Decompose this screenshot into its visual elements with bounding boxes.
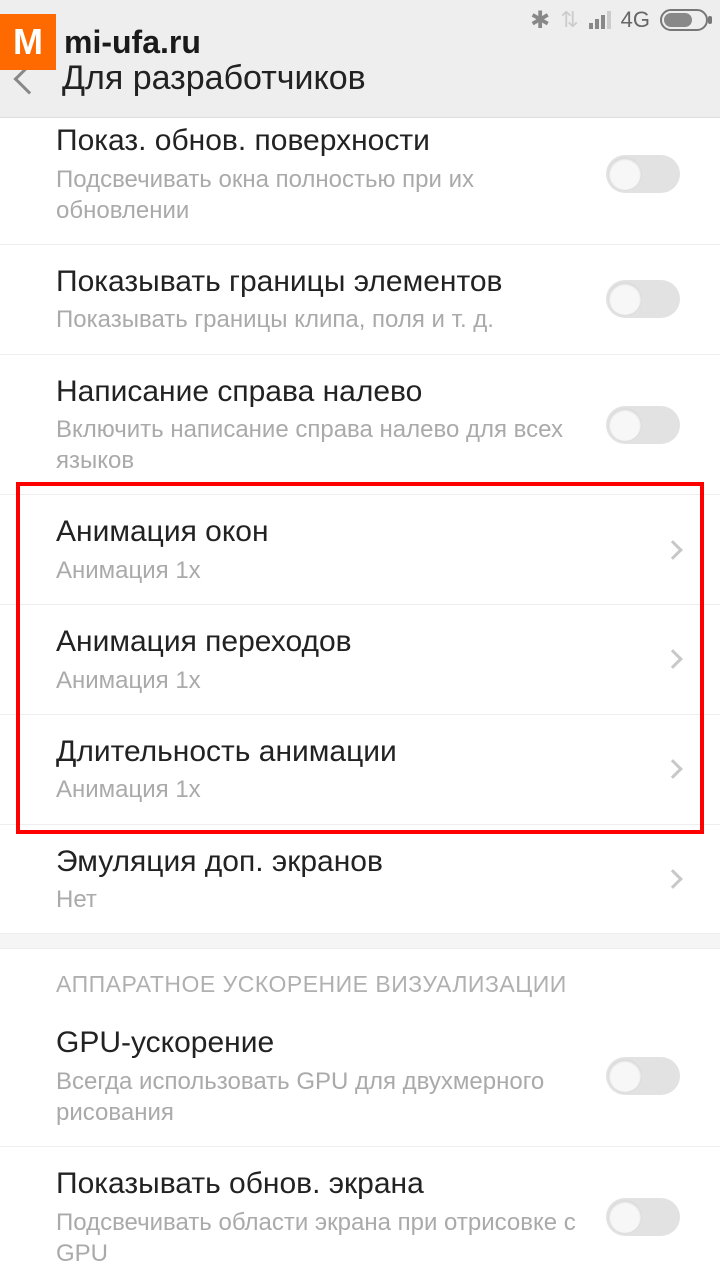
- toggle-rtl[interactable]: [606, 406, 680, 444]
- network-label: 4G: [621, 7, 650, 33]
- row-subtitle: Подсвечивать области экрана при отрисовк…: [56, 1207, 600, 1269]
- row-surface-updates[interactable]: Показ. обнов. поверхности Подсвечивать о…: [0, 118, 720, 245]
- row-title: Показывать обнов. экрана: [56, 1165, 600, 1203]
- settings-list: Показ. обнов. поверхности Подсвечивать о…: [0, 118, 720, 1280]
- chevron-right-icon: [663, 869, 683, 889]
- watermark-text: mi-ufa.ru: [64, 24, 201, 61]
- row-title: Написание справа налево: [56, 373, 600, 411]
- row-secondary-displays[interactable]: Эмуляция доп. экранов Нет: [0, 825, 720, 934]
- row-title: Длительность анимации: [56, 733, 600, 771]
- section-divider: [0, 933, 720, 949]
- row-title: Эмуляция доп. экранов: [56, 843, 600, 881]
- row-title: Анимация окон: [56, 513, 600, 551]
- chevron-right-icon: [663, 759, 683, 779]
- toggle-surface-updates[interactable]: [606, 155, 680, 193]
- row-animator-duration[interactable]: Длительность анимации Анимация 1x: [0, 715, 720, 825]
- row-subtitle: Анимация 1x: [56, 555, 600, 586]
- toggle-gpu-rendering[interactable]: [606, 1057, 680, 1095]
- data-arrows-icon: ⇅: [560, 7, 578, 33]
- row-title: Показывать границы элементов: [56, 263, 600, 301]
- row-layout-bounds[interactable]: Показывать границы элементов Показывать …: [0, 245, 720, 355]
- row-subtitle: Анимация 1x: [56, 665, 600, 696]
- row-rtl[interactable]: Написание справа налево Включить написан…: [0, 355, 720, 496]
- row-transition-animation[interactable]: Анимация переходов Анимация 1x: [0, 605, 720, 715]
- row-subtitle: Всегда использовать GPU для двухмерного …: [56, 1066, 600, 1128]
- row-subtitle: Подсвечивать окна полностью при их обнов…: [56, 164, 600, 226]
- toggle-layout-bounds[interactable]: [606, 280, 680, 318]
- row-gpu-rendering[interactable]: GPU-ускорение Всегда использовать GPU дл…: [0, 1006, 720, 1147]
- row-title: Анимация переходов: [56, 623, 600, 661]
- row-subtitle: Анимация 1x: [56, 774, 600, 805]
- watermark: M mi-ufa.ru: [0, 14, 201, 70]
- watermark-logo-icon: M: [0, 14, 56, 70]
- section-header-hw-accel: АППАРАТНОЕ УСКОРЕНИЕ ВИЗУАЛИЗАЦИИ: [0, 949, 720, 1006]
- bluetooth-icon: ✱: [530, 6, 550, 35]
- row-window-animation[interactable]: Анимация окон Анимация 1x: [0, 495, 720, 605]
- signal-icon: [589, 11, 611, 29]
- row-subtitle: Показывать границы клипа, поля и т. д.: [56, 304, 600, 335]
- chevron-right-icon: [663, 540, 683, 560]
- chevron-right-icon: [663, 650, 683, 670]
- row-title: Показ. обнов. поверхности: [56, 122, 600, 160]
- row-gpu-view-updates[interactable]: Показывать обнов. экрана Подсвечивать об…: [0, 1147, 720, 1280]
- row-subtitle: Включить написание справа налево для все…: [56, 414, 600, 476]
- row-title: GPU-ускорение: [56, 1024, 600, 1062]
- row-subtitle: Нет: [56, 884, 600, 915]
- battery-icon: [660, 9, 708, 31]
- toggle-gpu-view-updates[interactable]: [606, 1198, 680, 1236]
